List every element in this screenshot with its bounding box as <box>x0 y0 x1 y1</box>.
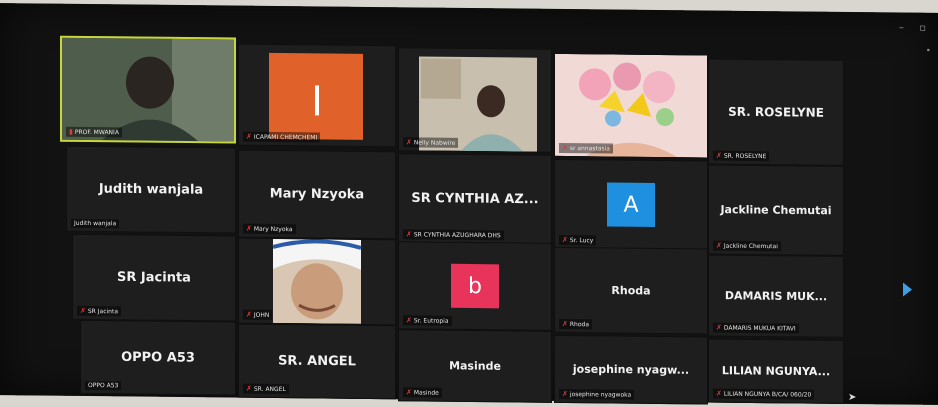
participant-label: ✗ SR CYNTHIA AZUGHARA DHS <box>403 229 504 241</box>
mic-muted-icon: ✗ <box>406 138 412 147</box>
mic-muted-icon: ✗ <box>562 143 568 153</box>
participant-label: ✗ Sr. Eutropia <box>403 315 452 326</box>
participant-name: SR Jacinta <box>117 269 191 286</box>
participant-label: ✗ Rhoda <box>559 318 593 330</box>
participant-video <box>269 52 363 140</box>
participant-name: SR. ROSELYNE <box>728 104 824 120</box>
mic-muted-icon: ✗ <box>562 389 568 399</box>
participant-label: ✗ ICAPAMI CHEMCHEMI <box>243 131 321 143</box>
window-controls[interactable]: – ▫ <box>899 23 932 34</box>
video-tile-lucy[interactable]: A ✗ Sr. Lucy <box>554 158 708 251</box>
video-tile-masinde[interactable]: Masinde ✗ Masinde <box>398 329 552 403</box>
participant-label: Judith wanjala <box>71 218 120 229</box>
video-tile-josephine[interactable]: josephine nyagw... ✗ josephine nyagwoka <box>554 334 708 405</box>
participant-name: Judith wanjala <box>98 181 204 198</box>
mic-muted-icon: ✗ <box>716 323 722 332</box>
participant-label: ✗ JOHN <box>243 309 273 320</box>
video-tile-john[interactable]: ✗ JOHN <box>238 237 396 326</box>
participant-label: OPPO A53 <box>85 380 122 391</box>
mouse-cursor-icon: ➤ <box>848 391 857 404</box>
participant-name: SR. ANGEL <box>278 353 356 370</box>
avatar: b <box>451 263 499 309</box>
mic-muted-icon: ✗ <box>246 224 252 233</box>
video-tile-rhoda[interactable]: Rhoda ✗ Rhoda <box>554 246 708 335</box>
view-grid-icon[interactable]: ▪ <box>927 45 930 55</box>
participant-name: DAMARIS MUK... <box>724 289 828 304</box>
mic-muted-icon: ✗ <box>246 384 252 393</box>
participant-label: ✗ Sr. Lucy <box>559 234 597 246</box>
avatar: A <box>607 182 655 227</box>
participant-label: ✗ SR. ROSELYNE <box>713 150 770 162</box>
video-tile-roselyne[interactable]: SR. ROSELYNE ✗ SR. ROSELYNE <box>708 58 844 166</box>
participant-label: ✗ Mary Nzyoka <box>243 223 296 235</box>
participant-name: josephine nyagw... <box>572 362 690 377</box>
participant-label: ▮ PROF. MWANIA <box>66 126 122 138</box>
participant-video <box>419 56 537 152</box>
participant-name: LILIAN NGUNYA... <box>721 364 831 379</box>
video-tile-eutropia[interactable]: b ✗ Sr. Eutropia <box>398 241 552 331</box>
video-tile-angel[interactable]: SR. ANGEL ✗ SR. ANGEL <box>238 323 396 400</box>
participant-label: ✗ sr annastasia <box>559 142 613 154</box>
participant-label: ✗ SR. ANGEL <box>243 383 289 395</box>
video-tile-jackline[interactable]: Jackline Chemutai ✗ Jackline Chemutai <box>708 164 844 256</box>
participant-label: ✗ Masinde <box>403 387 442 398</box>
participant-label: ✗ Nelly Nabwire <box>403 137 459 148</box>
meeting-window: – ▫ ▪ ▮ PROF. MWANIA ✗ ICAPAMI CHEMCHEMI ✗… <box>0 3 938 405</box>
mic-muted-icon: ✗ <box>716 151 722 160</box>
participant-label: ✗ josephine nyagwoka <box>559 388 635 400</box>
mic-muted-icon: ✗ <box>406 316 412 325</box>
video-tile-annastasia[interactable]: ✗ sr annastasia <box>554 52 708 159</box>
participant-label: ✗ SR Jacinta <box>77 305 122 317</box>
participant-name: Rhoda <box>611 283 651 298</box>
mic-muted-icon: ✗ <box>246 310 252 319</box>
mic-muted-icon: ✗ <box>562 235 568 245</box>
video-tile-judith[interactable]: Judith wanjala Judith wanjala <box>66 145 236 234</box>
mic-muted-icon: ✗ <box>562 319 568 329</box>
video-tile-prof-mwania[interactable]: ▮ PROF. MWANIA <box>60 35 236 144</box>
mic-muted-icon: ✗ <box>406 388 412 397</box>
mic-muted-icon: ✗ <box>246 132 252 141</box>
video-tile-damaris[interactable]: DAMARIS MUK... ✗ DAMARIS MUKUA KITAVI <box>708 254 844 338</box>
participant-label: ✗ Jackline Chemutai <box>713 240 781 252</box>
participant-video <box>62 37 234 142</box>
mic-muted-icon: ✗ <box>406 230 412 239</box>
next-page-arrow-icon[interactable] <box>903 282 912 297</box>
participant-label: ✗ LILIAN NGUNYA B/CA/ 060/20 <box>713 388 815 400</box>
mic-muted-icon: ✗ <box>716 241 722 250</box>
mic-muted-icon: ✗ <box>80 306 86 315</box>
video-tile-nelly[interactable]: ✗ Nelly Nabwire <box>398 47 552 153</box>
participant-label: ✗ DAMARIS MUKUA KITAVI <box>713 322 799 334</box>
participant-name: Mary Nzyoka <box>269 186 365 203</box>
video-tile-cynthia[interactable]: SR CYNTHIA AZ... ✗ SR CYNTHIA AZUGHARA DH… <box>398 153 552 245</box>
video-tile-icapami[interactable]: ✗ ICAPAMI CHEMCHEMI <box>238 43 396 148</box>
video-tile-oppo[interactable]: OPPO A53 OPPO A53 <box>80 319 236 396</box>
video-tile-jacinta[interactable]: SR Jacinta ✗ SR Jacinta <box>72 233 236 322</box>
mic-muted-icon: ✗ <box>716 389 722 398</box>
participant-name: Jackline Chemutai <box>720 203 832 218</box>
mic-icon: ▮ <box>69 127 73 136</box>
participant-name: SR CYNTHIA AZ... <box>411 190 539 208</box>
video-tile-lilian[interactable]: LILIAN NGUNYA... ✗ LILIAN NGUNYA B/CA/ 06… <box>708 338 844 404</box>
participant-name: OPPO A53 <box>121 349 195 366</box>
participant-name: Masinde <box>449 359 501 373</box>
video-tile-mary[interactable]: Mary Nzyoka ✗ Mary Nzyoka <box>238 149 396 240</box>
participant-video <box>555 53 707 158</box>
